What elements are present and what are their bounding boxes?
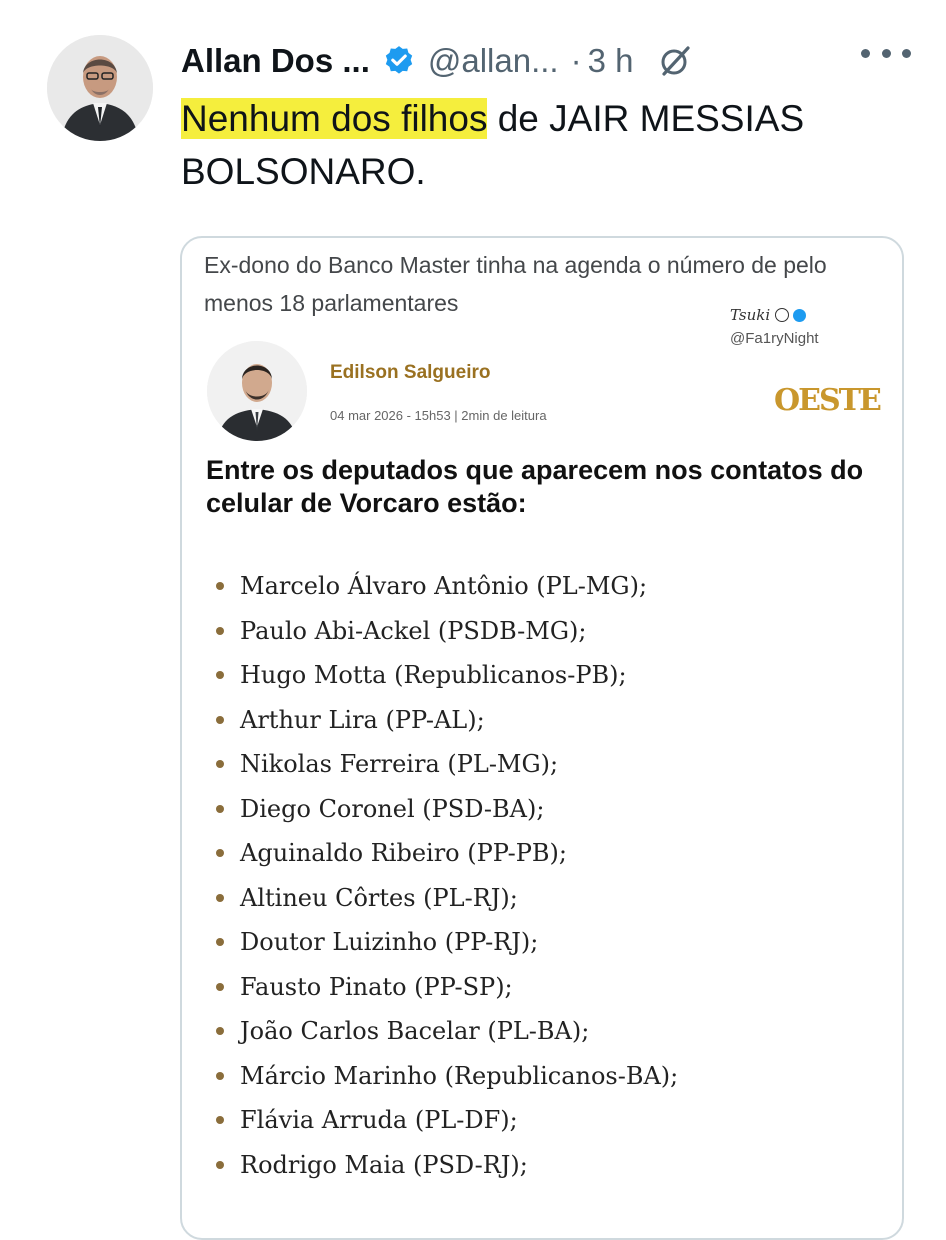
list-item: Marcelo Álvaro Antônio (PL-MG);	[216, 564, 678, 609]
bullet-icon	[216, 804, 224, 813]
bullet-icon	[216, 982, 224, 991]
list-item: Diego Coronel (PSD-BA);	[216, 787, 678, 832]
list-item: Hugo Motta (Republicanos-PB);	[216, 653, 678, 698]
article-author-name: Edilson Salgueiro	[330, 362, 491, 383]
list-item: Paulo Abi-Ackel (PSDB-MG);	[216, 609, 678, 654]
tweet-text: Nenhum dos filhos de JAIR MESSIAS BOLSON…	[181, 92, 901, 198]
watermark-name-text: Tsuki	[730, 306, 771, 324]
list-item: Aguinaldo Ribeiro (PP-PB);	[216, 831, 678, 876]
attached-image-card[interactable]: Ex-dono do Banco Master tinha na agenda …	[180, 236, 904, 1240]
list-item: Fausto Pinato (PP-SP);	[216, 965, 678, 1010]
list-item: Doutor Luizinho (PP-RJ);	[216, 920, 678, 965]
highlighted-text: Nenhum dos filhos	[181, 98, 488, 139]
author-avatar[interactable]	[47, 35, 153, 141]
bullet-icon	[216, 715, 224, 724]
grok-icon[interactable]	[657, 43, 693, 79]
list-item: Rodrigo Maia (PSD-RJ);	[216, 1143, 678, 1188]
tweet-header: Allan Dos ... @allan... · 3 h	[181, 36, 911, 86]
article-meta: 04 mar 2026 - 15h53 | 2min de leitura	[330, 408, 547, 423]
list-item: Nikolas Ferreira (PL-MG);	[216, 742, 678, 787]
deputies-list: Marcelo Álvaro Antônio (PL-MG); Paulo Ab…	[216, 564, 678, 1187]
bullet-icon	[216, 671, 224, 680]
bullet-icon	[216, 1116, 224, 1125]
bullet-icon	[216, 582, 224, 591]
author-name[interactable]: Allan Dos ...	[181, 42, 370, 80]
watermark-verified-icon	[793, 308, 807, 322]
bullet-icon	[216, 893, 224, 902]
oeste-logo: OESTE	[774, 383, 882, 418]
more-options-icon[interactable]	[861, 49, 911, 63]
watermark-symbol-icon	[775, 308, 790, 322]
list-item: João Carlos Bacelar (PL-BA);	[216, 1009, 678, 1054]
author-handle[interactable]: @allan...	[428, 42, 559, 80]
list-item: Márcio Marinho (Republicanos-BA);	[216, 1054, 678, 1099]
separator-dot: ·	[570, 42, 582, 79]
bullet-icon	[216, 849, 224, 858]
verified-badge-icon	[382, 44, 416, 78]
bullet-icon	[216, 938, 224, 947]
list-item: Arthur Lira (PP-AL);	[216, 698, 678, 743]
list-item: Altineu Côrtes (PL-RJ);	[216, 876, 678, 921]
bullet-icon	[216, 760, 224, 769]
watermark-name: Tsuki	[730, 306, 807, 324]
bullet-icon	[216, 1160, 224, 1169]
bullet-icon	[216, 626, 224, 635]
avatar-photo	[47, 35, 153, 141]
timestamp[interactable]: 3 h	[588, 42, 634, 80]
bullet-icon	[216, 1027, 224, 1036]
article-subheading: Entre os deputados que aparecem nos cont…	[206, 455, 864, 518]
list-item: Flávia Arruda (PL-DF);	[216, 1098, 678, 1143]
article-author-photo	[207, 341, 307, 441]
bullet-icon	[216, 1071, 224, 1080]
watermark-handle: @Fa1ryNight	[730, 330, 819, 347]
